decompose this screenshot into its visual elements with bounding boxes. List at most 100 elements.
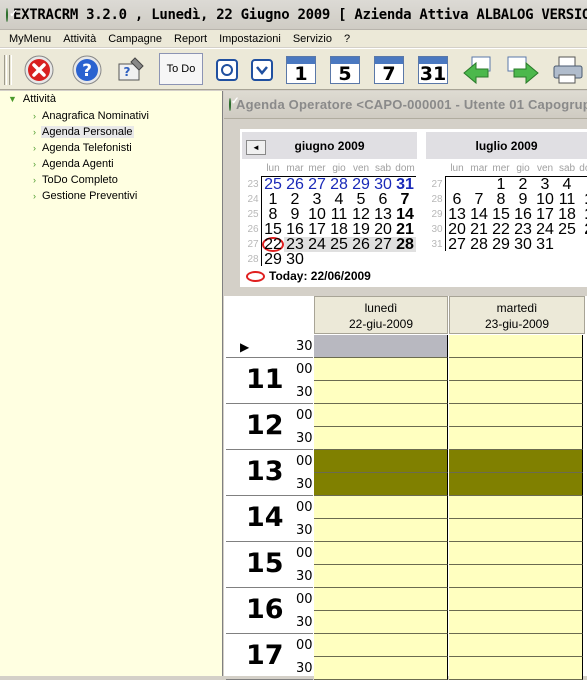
column-header-tuesday[interactable]: martedì 23-giu-2009 — [449, 296, 585, 334]
calendar-day[interactable]: 7 — [394, 192, 416, 208]
calendar-day[interactable]: 14 — [394, 207, 416, 223]
agenda-sync-button[interactable] — [248, 54, 276, 86]
calendar-day[interactable]: 24 — [306, 237, 328, 253]
calendar-day[interactable]: 29 — [262, 252, 284, 268]
time-slot[interactable] — [449, 404, 583, 427]
time-slot[interactable] — [314, 404, 448, 427]
calendar-day[interactable]: 26 — [284, 177, 306, 193]
menu-report[interactable]: Report — [174, 33, 207, 45]
menu-servizio[interactable]: Servizio — [293, 33, 332, 45]
time-slot[interactable] — [449, 427, 583, 450]
calendar-day[interactable]: 17 — [534, 207, 556, 223]
time-slot[interactable] — [314, 358, 448, 381]
time-slot[interactable] — [449, 634, 583, 657]
tools-button[interactable]: ? — [112, 54, 148, 86]
time-slot[interactable] — [449, 588, 583, 611]
menu-campagne[interactable]: Campagne — [108, 33, 162, 45]
time-slot[interactable] — [314, 335, 448, 358]
calendar-day[interactable]: 3 — [306, 192, 328, 208]
column-header-monday[interactable]: lunedì 22-giu-2009 — [314, 296, 448, 334]
calendar-day[interactable]: 1 — [578, 192, 587, 208]
calendar-day[interactable]: 28 — [468, 237, 490, 253]
calendar-day[interactable]: 14 — [468, 207, 490, 223]
menu-help[interactable]: ? — [344, 33, 350, 45]
tree-root-attivita[interactable]: ▼ Attività — [8, 93, 57, 105]
time-slot[interactable] — [449, 519, 583, 542]
time-slot[interactable] — [314, 427, 448, 450]
time-slot[interactable] — [449, 358, 583, 381]
sidebar-item-gestione-preventivi[interactable]: › Gestione Preventivi — [33, 188, 138, 203]
calendar-day[interactable]: 26 — [350, 237, 372, 253]
time-slot[interactable] — [314, 565, 448, 588]
calendar-day[interactable]: 30 — [512, 237, 534, 253]
time-slot[interactable] — [314, 657, 448, 680]
calendar-day[interactable]: 29 — [350, 177, 372, 193]
calendar-day[interactable]: 25 — [556, 222, 578, 238]
time-slot[interactable] — [449, 335, 583, 358]
calendar-day[interactable]: 11 — [556, 192, 578, 208]
time-slot[interactable] — [314, 496, 448, 519]
calendar-day[interactable]: 21 — [394, 222, 416, 238]
calendar-day[interactable]: 15 — [262, 222, 284, 238]
calendar-day[interactable]: 15 — [490, 207, 512, 223]
calendar-day[interactable]: 8 — [490, 192, 512, 208]
calendar-day[interactable]: 2 — [578, 222, 587, 238]
time-slot[interactable] — [449, 496, 583, 519]
calendar-day[interactable]: 28 — [328, 177, 350, 193]
time-slot[interactable] — [314, 473, 448, 496]
time-slot[interactable] — [314, 519, 448, 542]
calendar-day[interactable]: 9 — [512, 192, 534, 208]
calendar-day[interactable]: 13 — [446, 207, 468, 223]
next-button[interactable] — [506, 54, 540, 86]
calendar-day[interactable]: 16 — [512, 207, 534, 223]
calendar-day[interactable]: 24 — [534, 222, 556, 238]
sidebar-item-todo-completo[interactable]: › ToDo Completo — [33, 172, 119, 187]
calendar-day[interactable]: 31 — [394, 177, 416, 193]
time-slot[interactable] — [449, 565, 583, 588]
time-slot[interactable] — [449, 473, 583, 496]
calendar-day[interactable]: 30 — [284, 252, 306, 268]
sidebar-item-agenda-agenti[interactable]: › Agenda Agenti — [33, 156, 115, 171]
calendar-day[interactable]: 3 — [534, 177, 556, 193]
calendar-day[interactable]: 28 — [394, 237, 416, 253]
workweek-view-button[interactable]: 5 — [330, 54, 360, 86]
calendar-day[interactable]: 1 — [578, 207, 587, 223]
sidebar-item-agenda-telefonisti[interactable]: › Agenda Telefonisti — [33, 140, 133, 155]
time-slot[interactable] — [314, 634, 448, 657]
calendar-day[interactable]: 1 — [262, 192, 284, 208]
calendar-day[interactable]: 30 — [372, 177, 394, 193]
calendar-day[interactable]: 17 — [306, 222, 328, 238]
toolbar-grip[interactable] — [4, 55, 7, 85]
calendar-day[interactable]: 4 — [556, 177, 578, 193]
day-view-button[interactable]: 1 — [286, 54, 316, 86]
calendar-day[interactable]: 29 — [490, 237, 512, 253]
time-slot[interactable] — [449, 381, 583, 404]
time-slot[interactable] — [449, 657, 583, 680]
calendar-day[interactable]: 22 — [490, 222, 512, 238]
calendar-day[interactable]: 2 — [512, 177, 534, 193]
time-slot[interactable] — [314, 450, 448, 473]
time-slot[interactable] — [449, 611, 583, 634]
time-slot[interactable] — [314, 542, 448, 565]
calendar-day[interactable]: 9 — [284, 207, 306, 223]
calendar-day[interactable]: 25 — [262, 177, 284, 193]
week-view-button[interactable]: 7 — [374, 54, 404, 86]
prev-month-button[interactable]: ◄ — [246, 140, 266, 155]
calendar-day[interactable]: 20 — [446, 222, 468, 238]
menu-attivita[interactable]: Attività — [63, 33, 96, 45]
calendar-day[interactable]: 4 — [328, 192, 350, 208]
menu-impostazioni[interactable]: Impostazioni — [219, 33, 281, 45]
calendar-day[interactable]: 31 — [534, 237, 556, 253]
calendar-day[interactable]: 18 — [328, 222, 350, 238]
calendar-day[interactable]: 19 — [350, 222, 372, 238]
help-button[interactable]: ? — [70, 54, 104, 86]
calendar-day[interactable]: 27 — [446, 237, 468, 253]
sidebar-item-agenda-personale[interactable]: › Agenda Personale — [33, 124, 134, 139]
calendar-day[interactable]: 1 — [490, 177, 512, 193]
menu-mymenu[interactable]: MyMenu — [9, 33, 51, 45]
sidebar-item-anagrafica[interactable]: › Anagrafica Nominativi — [33, 108, 150, 123]
calendar-day[interactable]: 10 — [534, 192, 556, 208]
calendar-day[interactable]: 7 — [468, 192, 490, 208]
calendar-day[interactable]: 25 — [328, 237, 350, 253]
calendar-day[interactable]: 23 — [512, 222, 534, 238]
